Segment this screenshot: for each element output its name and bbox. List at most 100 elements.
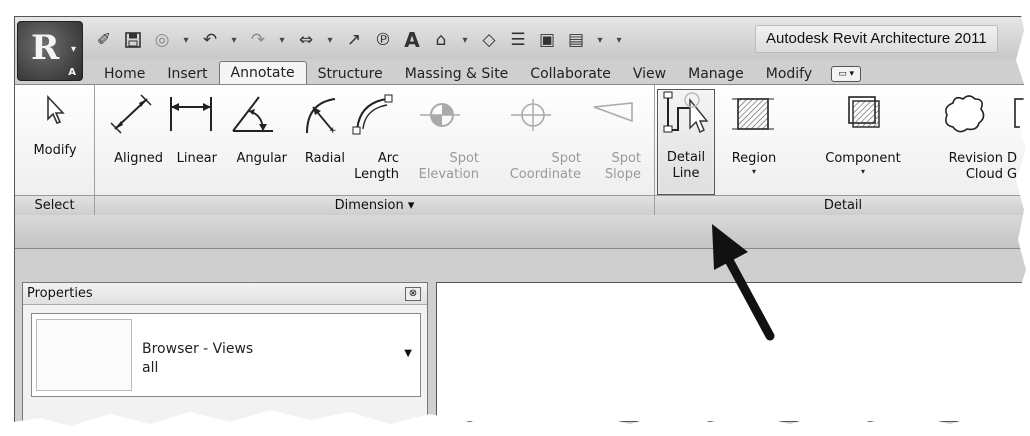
tab-home[interactable]: Home xyxy=(93,63,156,85)
tab-manage[interactable]: Manage xyxy=(677,63,755,85)
linear-dimension-button[interactable]: Linear xyxy=(165,93,217,193)
tab-massing-site[interactable]: Massing & Site xyxy=(394,63,520,85)
switch-windows-icon[interactable]: ▤ xyxy=(565,30,587,50)
detail-panel: Detail Line Region ▾ Component ▾ Revision… xyxy=(655,85,1030,215)
chevron-down-icon: ▾ xyxy=(70,44,76,55)
detail-group-icon xyxy=(1014,98,1030,128)
tab-collaborate[interactable]: Collaborate xyxy=(519,63,622,85)
chevron-down-icon[interactable]: ▾ xyxy=(594,30,606,50)
aligned-dimension-icon[interactable]: ↗ xyxy=(343,30,365,50)
aligned-dimension-button[interactable]: Aligned xyxy=(99,93,163,193)
aligned-label: Aligned xyxy=(114,151,163,166)
detail-panel-label[interactable]: Detail xyxy=(655,195,1030,215)
radial-dimension-button[interactable]: + Radial xyxy=(289,93,345,193)
chevron-down-icon[interactable]: ▾ xyxy=(276,30,288,50)
spot-elevation-label: Spot Elevation xyxy=(418,151,479,182)
component-icon xyxy=(848,96,880,128)
customize-qat-icon[interactable]: ▾ xyxy=(613,30,625,50)
section-icon[interactable]: ◇ xyxy=(478,30,500,50)
tab-insert[interactable]: Insert xyxy=(156,63,218,85)
options-bar xyxy=(15,215,1030,249)
properties-palette: Properties ⊗ Browser - Views all ▼ xyxy=(22,282,428,436)
tab-structure[interactable]: Structure xyxy=(307,63,394,85)
select-panel: Modify Select xyxy=(15,85,95,215)
ribbon-tabs: Home Insert Annotate Structure Massing &… xyxy=(93,61,862,85)
linear-dimension-icon xyxy=(170,97,212,131)
detail-line-button[interactable]: Detail Line xyxy=(657,89,715,195)
dimension-panel: Aligned Linear Angular + Radial Arc Lengt… xyxy=(95,85,655,215)
type-selector[interactable]: Browser - Views all ▼ xyxy=(31,313,421,397)
linear-label: Linear xyxy=(176,151,217,166)
revit-logo-icon: R xyxy=(31,28,60,68)
app-logo-sub: A xyxy=(68,67,76,78)
title-bar: ✐ ◎ ▾ ↶ ▾ ↷ ▾ ⇔ ▾ ↗ ℗ A ⌂ ▾ ◇ ☰ ▣ ▤ ▾ ▾ … xyxy=(15,17,1030,59)
quick-access-toolbar: ✐ ◎ ▾ ↶ ▾ ↷ ▾ ⇔ ▾ ↗ ℗ A ⌂ ▾ ◇ ☰ ▣ ▤ ▾ ▾ xyxy=(93,28,625,52)
angular-dimension-button[interactable]: Angular xyxy=(219,93,287,193)
revision-cloud-button[interactable]: Revision Cloud xyxy=(927,93,1003,193)
3d-view-icon[interactable]: ⌂ xyxy=(430,30,452,50)
measure-icon[interactable]: ⇔ xyxy=(295,30,317,50)
revision-cloud-icon xyxy=(945,95,985,133)
spot-elevation-icon xyxy=(420,103,460,127)
type-preview-image xyxy=(36,319,132,391)
tab-modify[interactable]: Modify xyxy=(755,63,823,85)
save-icon[interactable] xyxy=(122,30,144,50)
select-panel-label[interactable]: Select xyxy=(15,195,94,215)
region-button[interactable]: Region ▾ xyxy=(719,93,789,193)
spot-slope-button[interactable]: Spot Slope xyxy=(583,93,641,193)
arc-length-button[interactable]: Arc Length xyxy=(347,93,399,193)
modify-label: Modify xyxy=(33,143,77,158)
spot-slope-label: Spot Slope xyxy=(604,151,641,182)
tag-icon[interactable]: ℗ xyxy=(372,30,394,50)
revision-cloud-label: Revision Cloud xyxy=(948,151,1003,182)
application-menu-button[interactable]: R ▾ A xyxy=(17,21,83,81)
chevron-down-icon[interactable]: ▾ xyxy=(228,30,240,50)
ribbon-minimize-button[interactable]: ▭ ▾ xyxy=(831,66,862,82)
chevron-down-icon[interactable]: ▾ xyxy=(180,30,192,50)
properties-title: Properties xyxy=(27,286,93,301)
undo-icon[interactable]: ↶ xyxy=(199,30,221,50)
modify-button[interactable]: Modify xyxy=(19,93,91,193)
detail-line-label: Detail Line xyxy=(666,150,706,181)
ribbon: Modify Select Aligned Linear Angular + R… xyxy=(15,84,1030,215)
spot-coordinate-button[interactable]: Spot Coordinate xyxy=(481,93,581,193)
arc-length-icon xyxy=(352,94,393,135)
detail-line-icon xyxy=(663,91,709,133)
angular-label: Angular xyxy=(236,151,287,166)
component-label: Component xyxy=(825,151,901,166)
chevron-down-icon[interactable]: ▼ xyxy=(404,348,412,359)
drawing-area[interactable] xyxy=(436,282,1030,422)
chevron-down-icon[interactable]: ▾ xyxy=(719,167,789,177)
chevron-down-icon[interactable]: ▾ xyxy=(459,30,471,50)
close-hidden-icon[interactable]: ▣ xyxy=(536,30,558,50)
radial-label: Radial xyxy=(304,151,345,166)
text-icon[interactable]: A xyxy=(401,28,423,52)
chevron-down-icon[interactable]: ▾ xyxy=(324,30,336,50)
spot-slope-icon xyxy=(593,102,633,123)
detail-group-label: DG xyxy=(1007,151,1018,182)
cursor-icon xyxy=(47,94,65,124)
spot-coordinate-icon xyxy=(511,99,551,131)
tab-annotate[interactable]: Annotate xyxy=(218,61,307,85)
close-icon[interactable]: ⊗ xyxy=(405,287,421,301)
svg-text:+: + xyxy=(329,126,337,135)
chevron-down-icon[interactable]: ▾ xyxy=(815,167,911,177)
tab-view[interactable]: View xyxy=(622,63,677,85)
window-title: Autodesk Revit Architecture 2011 xyxy=(755,25,998,53)
thin-lines-icon[interactable]: ☰ xyxy=(507,30,529,50)
arc-length-label: Arc Length xyxy=(354,151,399,182)
detail-group-button[interactable]: DG xyxy=(1007,93,1030,193)
redo-icon[interactable]: ↷ xyxy=(247,30,269,50)
region-label: Region xyxy=(731,151,777,166)
open-folder-icon[interactable]: ✐ xyxy=(93,30,115,50)
type-name: Browser - Views all xyxy=(142,341,254,376)
component-button[interactable]: Component ▾ xyxy=(815,93,911,193)
spot-elevation-button[interactable]: Spot Elevation xyxy=(401,93,479,193)
radial-dimension-icon: + xyxy=(306,98,337,135)
region-icon xyxy=(732,98,774,130)
dimension-panel-label[interactable]: Dimension ▾ xyxy=(95,195,654,215)
spot-coordinate-label: Spot Coordinate xyxy=(509,151,581,182)
angular-dimension-icon xyxy=(232,96,273,132)
sync-icon[interactable]: ◎ xyxy=(151,30,173,50)
properties-header: Properties ⊗ xyxy=(23,283,427,305)
